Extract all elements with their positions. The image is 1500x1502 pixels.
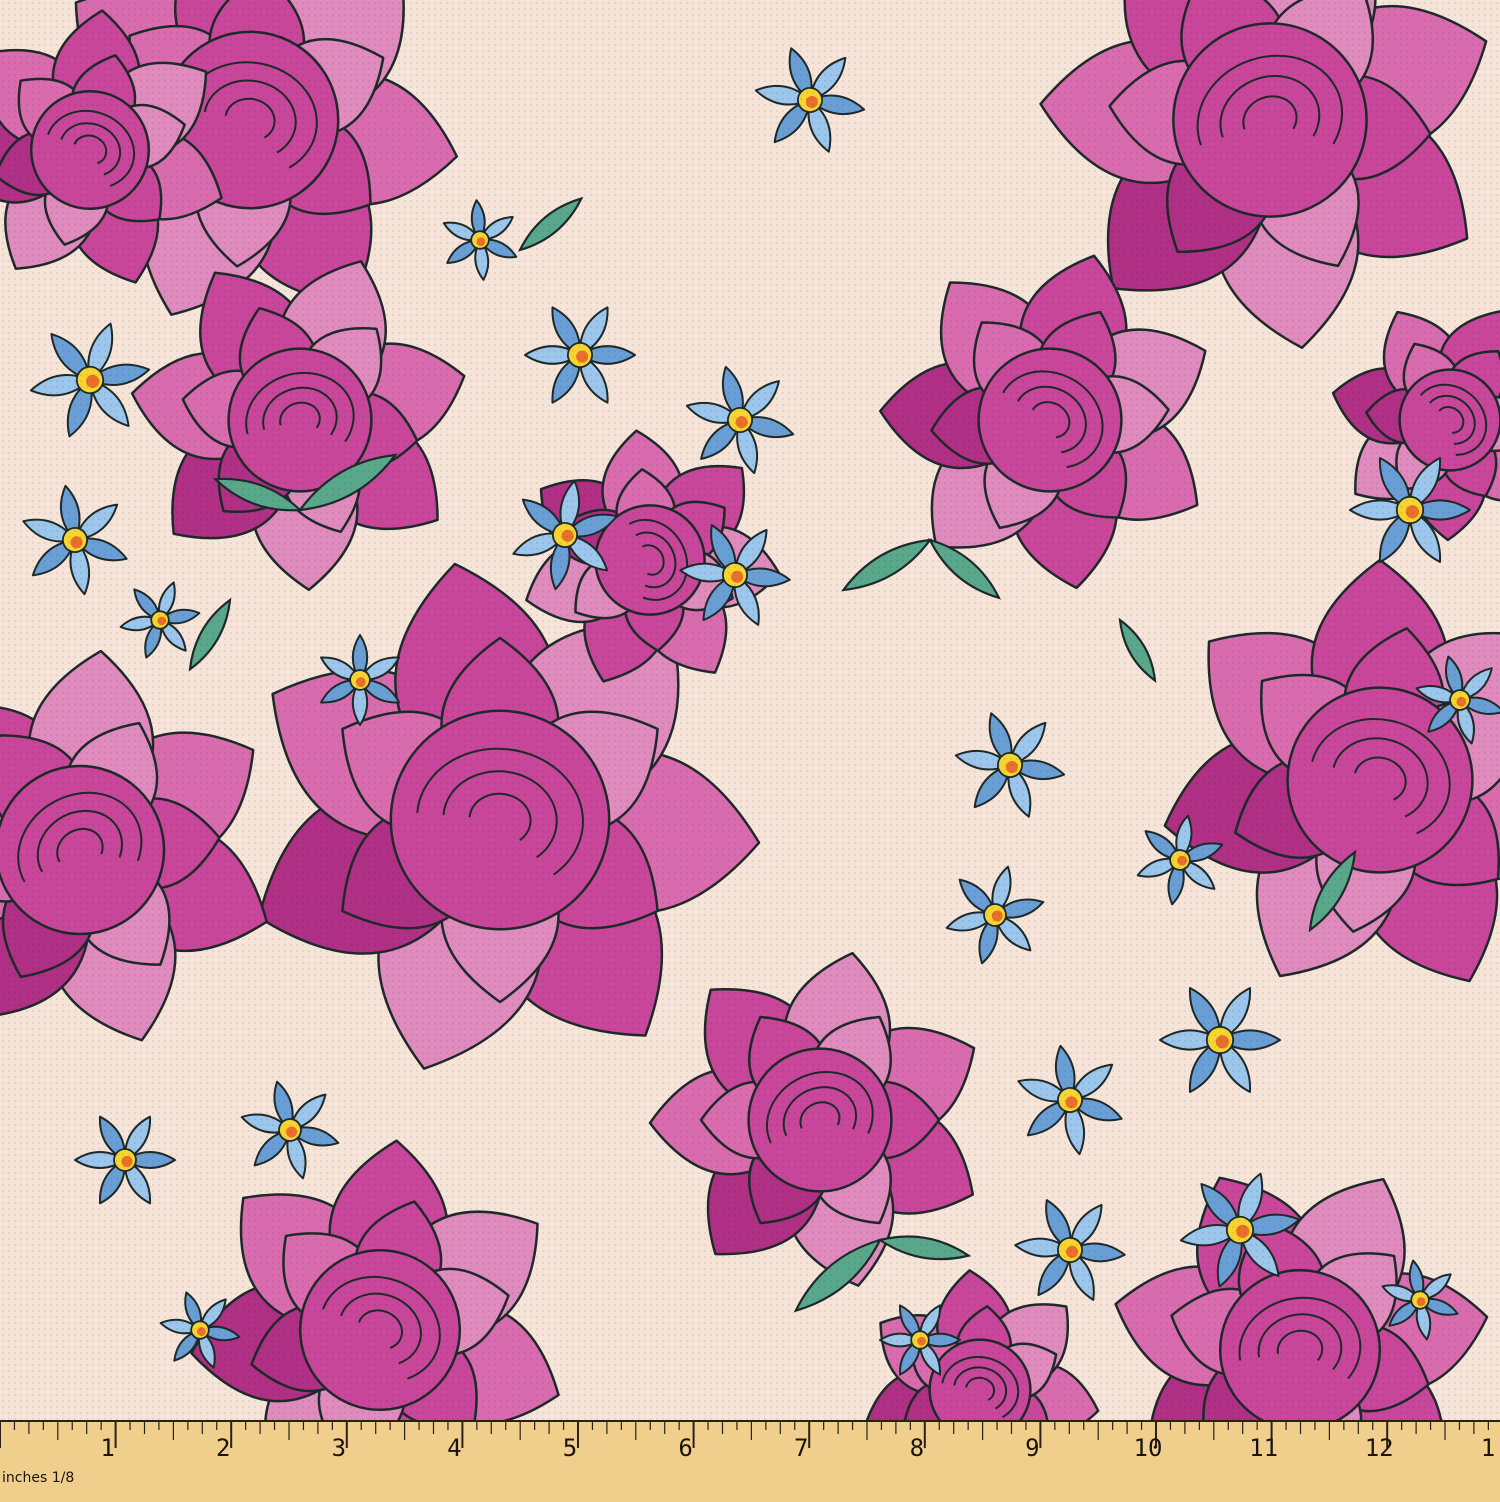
ruler-unit-label: inches 1/8 — [2, 1470, 75, 1486]
ruler-number: 9 — [1025, 1434, 1040, 1462]
measuring-ruler: inches 1/8 1 2 3 4 5 6 7 8 9 10 11 12 1 — [0, 1420, 1500, 1502]
ruler-number: 1 — [1480, 1434, 1496, 1462]
ruler-number: 2 — [215, 1434, 231, 1462]
ruler-number: 5 — [562, 1434, 578, 1462]
ruler-number: 11 — [1249, 1434, 1279, 1462]
ruler-number: 3 — [331, 1434, 347, 1462]
ruler-number: 7 — [793, 1434, 809, 1462]
ruler-number: 4 — [447, 1434, 462, 1462]
ruler-number: 12 — [1364, 1434, 1394, 1462]
ruler-number: 10 — [1133, 1434, 1163, 1462]
floral-fabric-pattern — [0, 0, 1500, 1420]
ruler-number: 8 — [909, 1434, 925, 1462]
ruler-number: 6 — [678, 1434, 693, 1462]
ruler-number: 1 — [100, 1434, 115, 1462]
